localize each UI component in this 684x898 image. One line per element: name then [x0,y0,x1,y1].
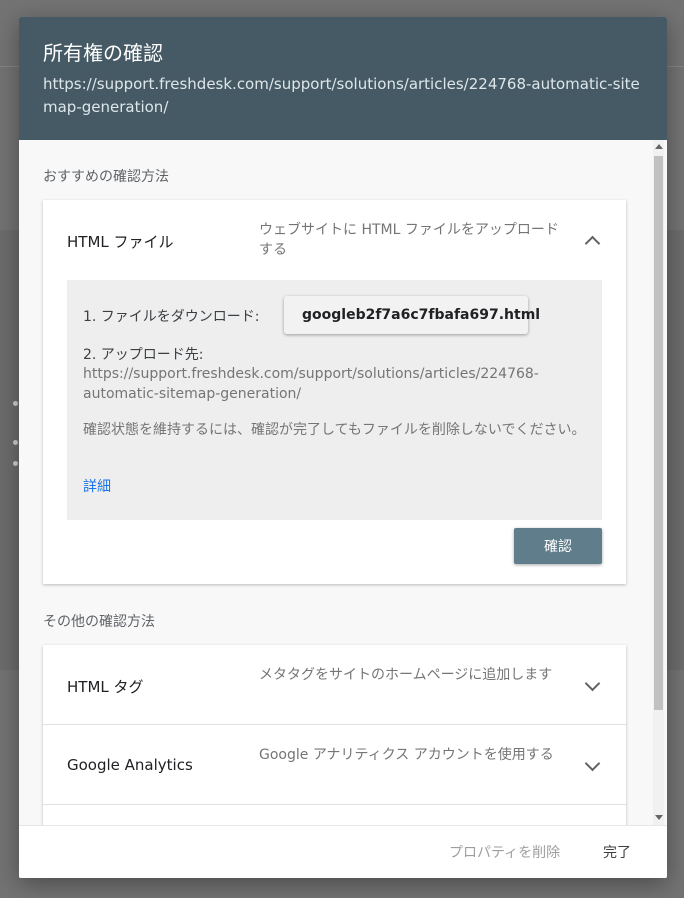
done-button[interactable]: 完了 [603,842,631,862]
step-upload-label: 2. アップロード先: [83,347,204,363]
row-divider [43,804,626,805]
download-file-button[interactable]: googleb2f7a6c7fbafa697.html [284,296,540,334]
html-file-method-card: HTML ファイル ウェブサイトに HTML ファイルをアップロードする 1. … [43,200,626,584]
step-download-label: 1. ファイルをダウンロード: [83,309,260,325]
chevron-up-icon[interactable] [584,235,601,252]
chevron-down-icon[interactable] [584,755,601,772]
details-link[interactable]: 詳細 [83,476,111,496]
method-description: Google アナリティクス アカウントを使用する [259,747,554,763]
method-description: ウェブサイトに HTML ファイルをアップロードする [259,222,559,258]
property-url: https://support.freshdesk.com/support/so… [43,75,640,116]
ownership-verification-dialog: 所有権の確認 https://support.freshdesk.com/sup… [19,17,667,878]
html-file-instructions: 1. ファイルをダウンロード: googleb2f7a6c7fbafa697.h… [67,280,602,520]
method-row-html-tag[interactable]: HTML タグ メタタグをサイトのホームページに追加します [43,645,626,724]
dialog-body[interactable]: おすすめの確認方法 HTML ファイル ウェブサイトに HTML ファイルをアッ… [19,140,667,825]
keep-file-note: 確認状態を維持するには、確認が完了してもファイルを削除しないでください。 [83,422,586,438]
method-description: メタタグをサイトのホームページに追加します [259,667,553,683]
upload-destination-url: https://support.freshdesk.com/support/so… [83,366,539,402]
dialog-scrollbar[interactable] [653,140,664,825]
confirm-button[interactable]: 確認 [514,528,602,564]
bg-bullet [13,401,18,406]
scroll-up-arrow-icon[interactable] [655,144,663,149]
method-row-google-analytics[interactable]: Google Analytics Google アナリティクス アカウントを使用… [43,725,626,804]
recommended-section-label: おすすめの確認方法 [43,169,169,185]
dialog-header: 所有権の確認 https://support.freshdesk.com/sup… [19,17,667,140]
dialog-footer: プロパティを削除 完了 [19,825,667,878]
method-title: HTML タグ [67,678,144,696]
download-file-name: googleb2f7a6c7fbafa697.html [302,307,541,323]
method-title[interactable]: HTML ファイル [67,231,174,252]
scroll-thumb[interactable] [654,156,663,710]
bg-bullet [13,461,18,466]
scroll-down-arrow-icon[interactable] [655,815,663,820]
other-methods-section-label: その他の確認方法 [43,614,155,630]
delete-property-button[interactable]: プロパティを削除 [449,842,560,862]
other-methods-card: HTML タグ メタタグをサイトのホームページに追加します Google Ana… [43,645,626,825]
dialog-title: 所有権の確認 [43,41,163,65]
chevron-down-icon[interactable] [584,675,601,692]
bg-bullet [13,440,18,445]
method-title: Google Analytics [67,756,193,774]
